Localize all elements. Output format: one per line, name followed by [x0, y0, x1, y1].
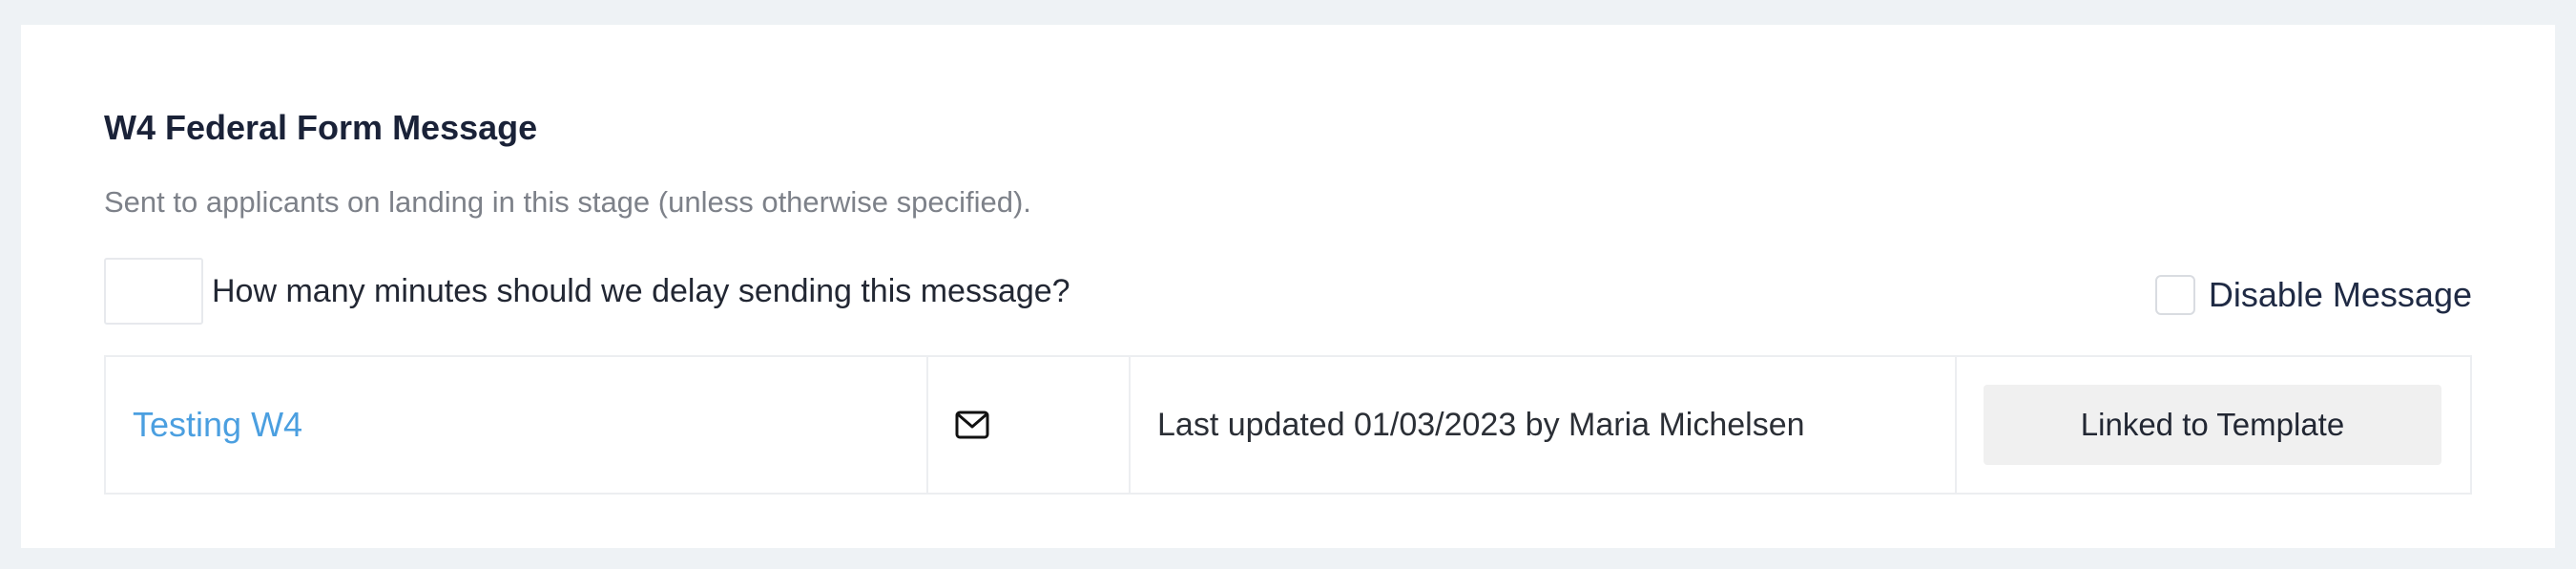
- disable-message-checkbox[interactable]: [2154, 275, 2195, 315]
- template-status-cell: Linked to Template: [1957, 357, 2470, 493]
- delay-minutes-input[interactable]: [104, 258, 203, 325]
- channel-icon-cell: [928, 357, 1131, 493]
- delay-minutes-label: How many minutes should we delay sending…: [212, 273, 1070, 309]
- last-updated-text: Last updated 01/03/2023 by Maria Michels…: [1157, 407, 1805, 443]
- section-subtitle: Sent to applicants on landing in this st…: [104, 185, 1031, 219]
- disable-message-label: Disable Message: [2208, 275, 2472, 314]
- template-name-cell: Testing W4: [106, 357, 928, 493]
- last-updated-cell: Last updated 01/03/2023 by Maria Michels…: [1131, 357, 1957, 493]
- mail-icon: [955, 411, 989, 439]
- message-settings-card: W4 Federal Form Message Sent to applican…: [21, 25, 2555, 548]
- section-title: W4 Federal Form Message: [104, 108, 538, 147]
- linked-to-template-button[interactable]: Linked to Template: [1984, 385, 2441, 465]
- message-template-row: Testing W4 Last updated 01/03/2023 by Ma…: [104, 355, 2472, 495]
- template-name-link[interactable]: Testing W4: [133, 402, 302, 448]
- disable-message-toggle[interactable]: Disable Message: [2154, 271, 2472, 319]
